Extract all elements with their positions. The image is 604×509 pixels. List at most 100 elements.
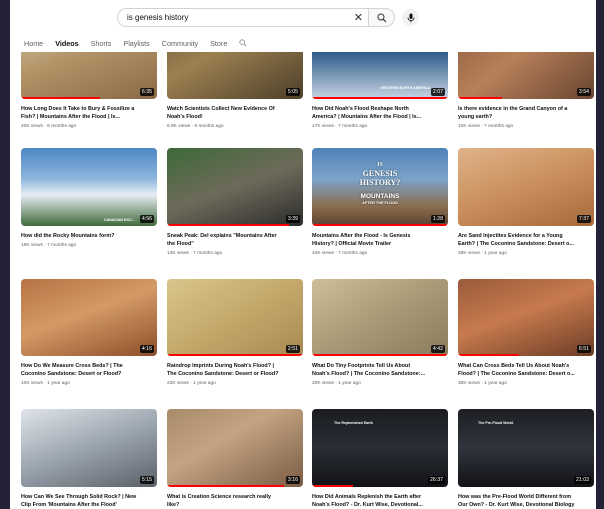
tab-community[interactable]: Community <box>162 39 198 48</box>
video-title[interactable]: Sneak Peak: Del explains "Mountains Afte… <box>167 233 303 248</box>
video-title-line: Coconino Sandstone: Desert or Flood? <box>21 370 122 377</box>
video-title[interactable]: How Long Does It Take to Bury & Fossiliz… <box>21 106 157 121</box>
tab-store[interactable]: Store <box>210 39 227 48</box>
video-thumbnail[interactable]: 2:51 <box>167 279 303 356</box>
channel-search-button[interactable] <box>239 39 247 47</box>
search-input[interactable]: is genesis history ✕ <box>117 8 368 27</box>
video-card[interactable]: 6:51 What Can Cross Beds Tell Us About No… <box>458 279 594 396</box>
duration-badge: 26:37 <box>428 476 445 484</box>
duration-badge: 3:39 <box>285 215 300 223</box>
thumbnail-title-text: GENESIS <box>362 169 398 178</box>
video-thumbnail[interactable]: 4:16 <box>21 279 157 356</box>
video-title-line: Are Sand Injectites Evidence for a Young <box>458 233 563 239</box>
video-title-line: Earth? | The Coconino Sandstone: Desert … <box>458 240 574 247</box>
top-bar: is genesis history ✕ <box>10 0 596 34</box>
view-count: 10K views <box>458 124 480 129</box>
duration-badge: 21:03 <box>574 476 591 484</box>
video-thumbnail[interactable]: 5:05 <box>167 52 303 99</box>
video-title-line: Raindrop Imprints During Noah's Flood? | <box>167 363 275 369</box>
video-card[interactable]: 6:35 How Long Does It Take to Bury & Foss… <box>21 52 157 139</box>
video-title[interactable]: Mountains After the Flood - Is Genesis Hi… <box>312 233 448 248</box>
tab-home[interactable]: Home <box>24 39 43 48</box>
video-title[interactable]: How Can We See Through Solid Rock? | New… <box>21 494 157 509</box>
video-title[interactable]: How Do We Measure Cross Beds? | The Cocon… <box>21 363 157 378</box>
thumbnail-title-text: HISTORY? <box>359 178 401 187</box>
video-card[interactable]: IS GENESIS HISTORY? MOUNTAINS AFTER THE FLOO… <box>312 148 448 266</box>
video-card[interactable]: The Pre-Flood World 21:03 How was the Pre-… <box>458 409 594 509</box>
video-card[interactable]: 3:39 Sneak Peak: Del explains "Mountains … <box>167 148 303 266</box>
view-count: 17K views <box>312 124 334 129</box>
video-card[interactable]: 5:05 Watch Scientists Collect New Evidenc… <box>167 52 303 139</box>
video-thumbnail[interactable]: IS GENESIS HISTORY? MOUNTAINS AFTER THE FLOO… <box>312 148 448 226</box>
tab-playlists[interactable]: Playlists <box>123 39 149 48</box>
video-title-line: Watch Scientists Collect New Evidence Of <box>167 106 275 112</box>
video-title-line: History? | Official Movie Trailer <box>312 240 392 247</box>
video-thumbnail[interactable]: The Pre-Flood World 21:03 <box>458 409 594 487</box>
video-card[interactable]: 3:54 Is there evidence in the Grand Canyo… <box>458 52 594 139</box>
video-title-line: Our Own? - Dr. Kurt Wise, Devotional Bio… <box>458 501 575 508</box>
video-thumbnail[interactable]: CANADIAN ROC... 4:56 <box>21 148 157 226</box>
video-meta: 30K views · 1 year ago <box>458 381 507 386</box>
video-card[interactable]: 7:37 Are Sand Injectites Evidence for a Y… <box>458 148 594 266</box>
video-title[interactable]: Raindrop Imprints During Noah's Flood? |… <box>167 363 303 378</box>
thumbnail-title-text: MOUNTAINS <box>360 193 400 200</box>
tab-videos[interactable]: Videos <box>55 39 78 48</box>
video-title[interactable]: Watch Scientists Collect New Evidence Of… <box>167 106 303 121</box>
view-count: 13K views <box>167 251 189 256</box>
video-meta: 23K views · 1 year ago <box>167 381 216 386</box>
search-query: is genesis history <box>127 13 189 22</box>
upload-age: 1 year ago <box>484 381 507 386</box>
search-button[interactable] <box>368 8 395 27</box>
view-count: 6.9K views <box>167 124 191 129</box>
video-title[interactable]: How Did Animals Replenish the Earth afte… <box>312 494 448 509</box>
voice-search-button[interactable] <box>402 9 419 26</box>
view-count: 20K views <box>312 381 334 386</box>
watch-progress-bar <box>167 224 290 226</box>
video-title[interactable]: What Can Cross Beds Tell Us About Noah's… <box>458 363 594 378</box>
clear-icon[interactable]: ✕ <box>354 13 363 24</box>
video-thumbnail[interactable]: 5:15 <box>21 409 157 487</box>
video-meta: 20K views · 1 year ago <box>312 381 361 386</box>
video-title-line: What is Creation Science research really <box>167 494 271 500</box>
video-title[interactable]: How was the Pre-Flood World Different fr… <box>458 494 594 509</box>
video-title[interactable]: What is Creation Science research really… <box>167 494 303 509</box>
video-title[interactable]: What Do Tiny Footprints Tell Us About Noa… <box>312 363 448 378</box>
video-title[interactable]: Are Sand Injectites Evidence for a Young… <box>458 233 594 248</box>
tab-shorts[interactable]: Shorts <box>91 39 112 48</box>
video-title-line: young earth? <box>458 113 493 120</box>
video-title-line: How was the Pre-Flood World Different fr… <box>458 494 572 500</box>
thumbnail-caption: CANADIAN ROC... <box>103 218 135 222</box>
video-title[interactable]: How Did Noah's Flood Reshape North Americ… <box>312 106 448 121</box>
video-card[interactable]: 4:16 How Do We Measure Cross Beds? | The C… <box>21 279 157 396</box>
video-thumbnail[interactable]: The Replenished Earth 26:37 <box>312 409 448 487</box>
video-thumbnail[interactable]: 3:39 <box>167 148 303 226</box>
video-meta: 18K views · 7 months ago <box>21 243 76 248</box>
video-card[interactable]: WESTERN NORTH AMERICA 2:07 How Did Noah's … <box>312 52 448 139</box>
video-title-line: How Did Animals Replenish the Earth afte… <box>312 494 422 500</box>
video-thumbnail[interactable]: 7:37 <box>458 148 594 226</box>
video-thumbnail[interactable]: 4:42 <box>312 279 448 356</box>
video-card[interactable]: 2:51 Raindrop Imprints During Noah's Floo… <box>167 279 303 396</box>
video-title[interactable]: How did the Rocky Mountains form? <box>21 233 157 241</box>
duration-badge: 4:56 <box>139 215 154 223</box>
video-meta: 42K views · 7 months ago <box>312 251 367 256</box>
video-card[interactable]: 3:16 What is Creation Science research re… <box>167 409 303 509</box>
video-thumbnail[interactable]: 6:51 <box>458 279 594 356</box>
duration-badge: 5:15 <box>139 476 154 484</box>
video-thumbnail[interactable]: WESTERN NORTH AMERICA 2:07 <box>312 52 448 99</box>
video-thumbnail[interactable]: 3:54 <box>458 52 594 99</box>
video-title-line: Flood? | The Coconino Sandstone: Desert … <box>458 370 575 377</box>
video-thumbnail[interactable]: 3:16 <box>167 409 303 487</box>
thumbnail-title-text: AFTER THE FLOOD <box>362 201 398 205</box>
view-count: 30K views <box>458 381 480 386</box>
video-title-line: How did the Rocky Mountains form? <box>21 233 115 239</box>
video-card[interactable]: 4:42 What Do Tiny Footprints Tell Us Abou… <box>312 279 448 396</box>
video-card[interactable]: 5:15 How Can We See Through Solid Rock? |… <box>21 409 157 509</box>
video-card[interactable]: The Replenished Earth 26:37 How Did Animal… <box>312 409 448 509</box>
video-title-line: How Do We Measure Cross Beds? | The <box>21 363 123 369</box>
video-card[interactable]: CANADIAN ROC... 4:56 How did the Rocky Mou… <box>21 148 157 266</box>
video-title-line: the Flood" <box>167 240 194 247</box>
video-title[interactable]: Is there evidence in the Grand Canyon of… <box>458 106 594 121</box>
video-thumbnail[interactable]: 6:35 <box>21 52 157 99</box>
duration-badge: 3:16 <box>285 476 300 484</box>
